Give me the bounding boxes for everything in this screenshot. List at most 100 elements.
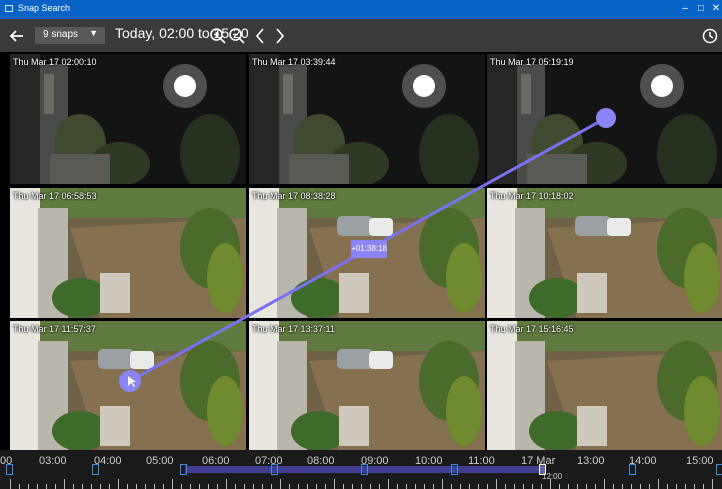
snap-marker[interactable]	[6, 464, 13, 475]
timeline-tick	[622, 484, 623, 489]
snap-timestamp: Thu Mar 17 02:00:10	[13, 57, 97, 67]
snap-marker[interactable]	[539, 464, 546, 475]
snap-image	[10, 321, 246, 451]
timeline-tick	[469, 484, 470, 489]
timeline[interactable]: 00 03:00 04:00 05:00 06:00 07:00 08:00 09:00 10:…	[0, 450, 722, 489]
timeline-tick	[145, 484, 146, 489]
timeline-tick	[577, 484, 578, 489]
snap-tile[interactable]: Thu Mar 17 02:00:10	[10, 54, 246, 184]
timeline-tick	[442, 479, 443, 489]
snap-tile[interactable]: Thu Mar 17 05:19:19	[487, 54, 722, 184]
timeline-tick	[433, 484, 434, 489]
toolbar	[0, 19, 722, 52]
back-button[interactable]	[4, 19, 30, 52]
timeline-tick	[595, 484, 596, 489]
previous-button[interactable]	[252, 19, 268, 52]
timeline-tick	[163, 484, 164, 489]
window-title: Snap Search	[18, 3, 71, 13]
snap-image	[10, 54, 246, 184]
timeline-tick	[379, 484, 380, 489]
snap-tile[interactable]: Thu Mar 17 11:57:37	[10, 321, 246, 451]
timeline-tick	[604, 479, 605, 489]
history-button[interactable]	[700, 19, 720, 52]
timeline-label: 03:00	[39, 455, 67, 467]
snap-timestamp: Thu Mar 17 13:37:11	[252, 324, 335, 334]
timeline-tick	[424, 484, 425, 489]
timeline-tick	[640, 484, 641, 489]
timeline-tick	[271, 484, 272, 489]
timeline-tick	[28, 484, 29, 489]
snap-marker[interactable]	[629, 464, 636, 475]
timeline-tick	[280, 479, 281, 489]
time-range-label: Today, 02:00 to 15:20	[115, 25, 249, 41]
snap-marker[interactable]	[716, 464, 722, 475]
timeline-tick	[613, 484, 614, 489]
timeline-tick	[109, 484, 110, 489]
close-button[interactable]: ✕	[707, 1, 722, 17]
timeline-tick	[91, 484, 92, 489]
snap-image	[487, 188, 722, 318]
snap-image	[487, 54, 722, 184]
chevron-left-icon	[255, 27, 264, 44]
snap-timestamp: Thu Mar 17 15:16:45	[490, 324, 574, 334]
timeline-tick	[226, 479, 227, 489]
timeline-tick	[136, 484, 137, 489]
snap-timestamp: Thu Mar 17 06:58:53	[13, 191, 97, 201]
snap-count-value: 9 snaps	[43, 29, 79, 40]
timeline-tick	[208, 484, 209, 489]
timeline-tick	[703, 484, 704, 489]
app-icon	[5, 5, 13, 12]
timeline-tick	[334, 479, 335, 489]
timeline-tick	[361, 484, 362, 489]
timeline-tick	[253, 484, 254, 489]
chevron-right-icon	[276, 27, 285, 44]
timeline-tick	[478, 484, 479, 489]
timeline-tick	[541, 484, 542, 489]
timeline-tick	[415, 484, 416, 489]
timeline-tick	[694, 484, 695, 489]
snap-marker[interactable]	[271, 464, 278, 475]
duration-badge: +01:38:18	[351, 240, 387, 258]
snap-tile[interactable]: Thu Mar 17 06:58:53	[10, 188, 246, 318]
snap-tile[interactable]: Thu Mar 17 13:37:11	[249, 321, 485, 451]
timeline-tick	[55, 484, 56, 489]
snap-image	[487, 321, 722, 451]
timeline-tick	[37, 484, 38, 489]
snap-marker[interactable]	[451, 464, 458, 475]
timeline-tick	[388, 479, 389, 489]
timeline-label: 05:00	[146, 455, 174, 467]
timeline-tick	[451, 484, 452, 489]
timeline-tick	[118, 479, 119, 489]
snap-timestamp: Thu Mar 17 10:18:02	[490, 191, 574, 201]
timeline-tick	[19, 484, 20, 489]
timeline-label: 13:00	[577, 455, 605, 467]
timeline-tick	[307, 484, 308, 489]
snap-timestamp: Thu Mar 17 03:39:44	[252, 57, 336, 67]
snap-marker[interactable]	[180, 464, 187, 475]
timeline-tick	[586, 484, 587, 489]
snap-count-dropdown[interactable]: 9 snaps ▼	[35, 27, 105, 44]
timeline-tick	[172, 479, 173, 489]
snap-tile[interactable]: Thu Mar 17 10:18:02	[487, 188, 722, 318]
timeline-tick	[82, 484, 83, 489]
timeline-tick	[100, 484, 101, 489]
timeline-tick	[514, 484, 515, 489]
timeline-tick	[550, 479, 551, 489]
timeline-tick	[64, 479, 65, 489]
timeline-tick	[244, 484, 245, 489]
timeline-tick	[325, 484, 326, 489]
arrow-left-icon	[9, 29, 23, 42]
timeline-tick	[343, 484, 344, 489]
timeline-tick	[127, 484, 128, 489]
timeline-tick	[10, 479, 11, 489]
snap-timestamp: Thu Mar 17 05:19:19	[490, 57, 574, 67]
snap-marker[interactable]	[361, 464, 368, 475]
snap-tile[interactable]: Thu Mar 17 15:16:45	[487, 321, 722, 451]
timeline-tick	[406, 484, 407, 489]
snap-tile[interactable]: Thu Mar 17 03:39:44	[249, 54, 485, 184]
timeline-tick	[352, 484, 353, 489]
timeline-tick	[316, 484, 317, 489]
next-button[interactable]	[272, 19, 288, 52]
snap-marker[interactable]	[92, 464, 99, 475]
timeline-tick	[199, 484, 200, 489]
